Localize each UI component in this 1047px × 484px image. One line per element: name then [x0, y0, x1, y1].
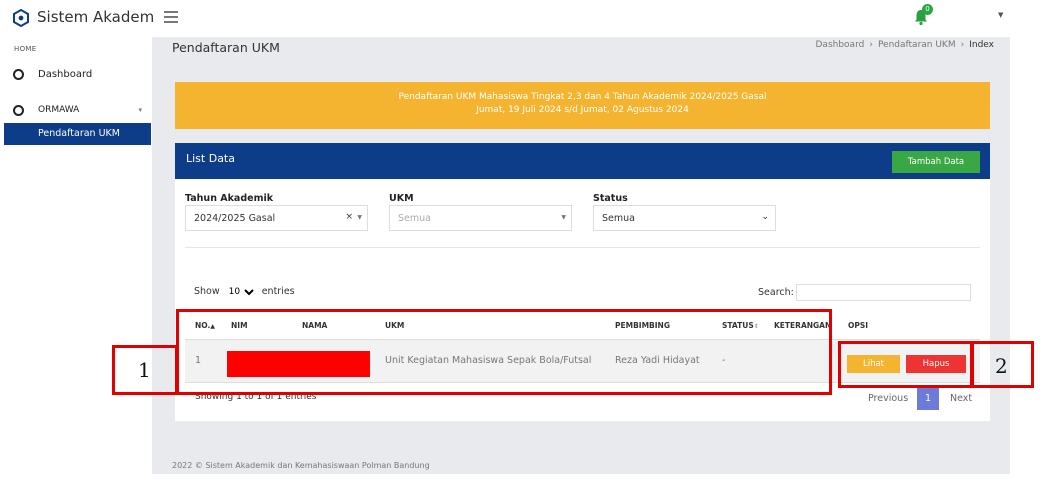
circle-icon	[13, 69, 24, 80]
breadcrumb-item-dashboard[interactable]: Dashboard	[816, 40, 865, 50]
notification-badge: 0	[922, 4, 933, 15]
tahun-akademik-value: 2024/2025 Gasal	[194, 213, 276, 224]
user-menu-caret-icon[interactable]: ▼	[998, 11, 1003, 19]
top-bar: Sistem Akademik 0 ▼	[0, 0, 1010, 37]
filter-label-ukm: UKM	[389, 193, 414, 204]
chevron-down-icon: ▾	[138, 106, 142, 114]
chevron-down-icon: ⌄	[761, 212, 769, 222]
filter-label-status: Status	[593, 193, 628, 204]
sidebar-header: HOME	[14, 45, 37, 53]
caret-down-icon: ▼	[561, 214, 566, 221]
annotation-box-2	[838, 341, 973, 388]
sidebar-item-label: Dashboard	[38, 69, 93, 80]
sidebar-item-label: Pendaftaran UKM	[38, 128, 120, 139]
pagination-page-1[interactable]: 1	[917, 388, 939, 410]
circle-icon	[13, 105, 24, 116]
show-label: Show	[194, 286, 220, 297]
sidebar-item-pendaftaran-ukm[interactable]: Pendaftaran UKM	[4, 123, 151, 145]
entries-label: entries	[261, 286, 295, 297]
ukm-select[interactable]: Semua ▼	[389, 205, 572, 231]
footer-copyright: 2022 © Sistem Akademik dan Kemahasiswaan…	[172, 461, 430, 470]
pagination-previous[interactable]: Previous	[868, 393, 908, 404]
menu-toggle-icon[interactable]	[164, 11, 178, 23]
banner-line-1: Pendaftaran UKM Mahasiswa Tingkat 2,3 da…	[398, 92, 767, 102]
sidebar-item-label: ORMAWA	[38, 105, 80, 115]
entries-select[interactable]: 10	[224, 286, 257, 298]
sidebar: HOME Dashboard ORMAWA ▾ Pendaftaran UKM	[0, 37, 152, 484]
main-content: Pendaftaran UKM Dashboard › Pendaftaran UK…	[152, 37, 1010, 474]
page-title: Pendaftaran UKM	[172, 40, 280, 55]
caret-down-icon: ▼	[357, 214, 362, 221]
breadcrumb: Dashboard › Pendaftaran UKM › Index	[815, 40, 995, 50]
card-title: List Data	[186, 152, 235, 165]
card-header: List Data Tambah Data	[175, 143, 990, 179]
announcement-banner: Pendaftaran UKM Mahasiswa Tingkat 2,3 da…	[175, 82, 990, 129]
banner-line-2: Jumat, 19 Juli 2024 s/d Jumat, 02 Agustu…	[476, 105, 689, 115]
breadcrumb-item-current: Index	[969, 40, 994, 50]
app-title: Sistem Akademik	[37, 8, 155, 26]
filter-label-tahun: Tahun Akademik	[185, 193, 274, 204]
screen: Sistem Akademik 0 ▼ HOME Dashboard ORMAW…	[0, 0, 1047, 484]
clear-icon[interactable]: ×	[345, 212, 353, 222]
ukm-placeholder: Semua	[398, 213, 431, 224]
sidebar-item-ormawa[interactable]: ORMAWA ▾	[0, 101, 152, 123]
annotation-number-1: 1	[138, 358, 151, 382]
annotation-number-2: 2	[995, 354, 1008, 378]
logo-icon	[13, 9, 29, 27]
add-data-button[interactable]: Tambah Data	[892, 151, 980, 173]
pagination-next[interactable]: Next	[950, 393, 972, 404]
search-input[interactable]	[796, 284, 971, 301]
column-header-opsi: OPSI	[848, 321, 869, 330]
tahun-akademik-select[interactable]: 2024/2025 Gasal × ▼	[185, 205, 368, 231]
annotation-box-1	[176, 309, 832, 395]
entries-length-control: Show 10 entries	[194, 286, 295, 298]
sidebar-item-dashboard[interactable]: Dashboard	[0, 65, 152, 87]
search-label: Search:	[758, 287, 794, 298]
divider	[185, 247, 980, 248]
status-value: Semua	[602, 213, 635, 224]
status-select[interactable]: Semua ⌄	[593, 205, 776, 231]
breadcrumb-item-pendaftaran[interactable]: Pendaftaran UKM	[878, 40, 956, 50]
